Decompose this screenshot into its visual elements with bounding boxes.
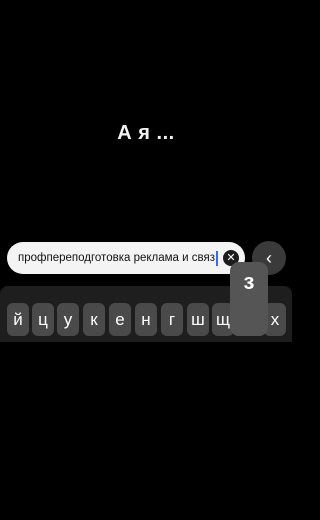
key-н[interactable]: н — [135, 303, 157, 336]
search-input-value[interactable]: профпереподготовка реклама и связ — [18, 252, 215, 264]
key-popup-з: з — [230, 262, 268, 336]
key-ш[interactable]: ш — [187, 303, 209, 336]
key-г[interactable]: г — [161, 303, 183, 336]
key-е[interactable]: е — [109, 303, 131, 336]
search-input[interactable]: профпереподготовка реклама и связ ✕ — [7, 242, 245, 274]
key-к[interactable]: к — [83, 303, 105, 336]
page-headline: А я ... — [117, 122, 175, 144]
key-й[interactable]: й — [7, 303, 29, 336]
key-ц[interactable]: ц — [32, 303, 54, 336]
text-cursor — [215, 250, 218, 266]
key-у[interactable]: у — [57, 303, 79, 336]
